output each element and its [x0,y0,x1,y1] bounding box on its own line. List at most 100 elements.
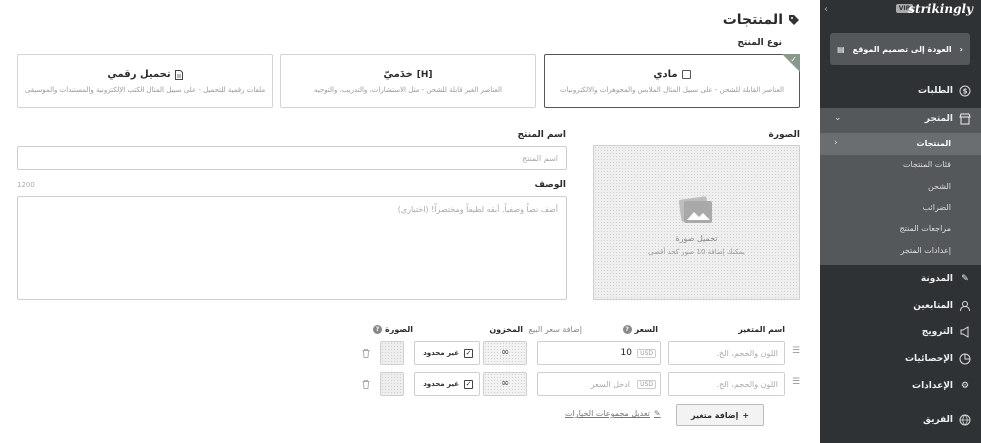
variant-image-header-text: الصورة [385,325,413,334]
sub-item-active-bg [820,133,981,155]
product-type-title: خدَميّ [383,69,413,80]
add-variant-button[interactable]: + إضافة متغير [676,404,764,426]
stock-input[interactable]: ∞ [483,372,527,396]
product-type-title: تحميل رقمي [107,69,171,80]
add-sale-price-link[interactable]: إضافة سعر البيع [529,325,582,334]
unlimited-stock-toggle[interactable]: ✓ غير محدود [414,341,480,365]
sidebar-item-analytics[interactable]: الإحصائيات [820,348,981,370]
drag-handle-icon[interactable]: ☰ [792,346,800,356]
price-placeholder: ادخل السعر [590,379,630,389]
check-icon: ✓ [790,55,797,64]
image-placeholder-icon [678,196,712,223]
product-type-desc: ملفات رقمية للتحميل - على سبيل المثال ال… [24,86,266,94]
sidebar-subitem-taxes[interactable]: الضرائب [923,203,951,212]
unlimited-label: غير محدود [423,349,459,357]
variant-name-header: اسم المتغير [738,325,785,334]
help-icon[interactable]: ? [622,325,632,334]
box-icon [681,70,691,79]
dollar-icon: $ [959,85,971,97]
variant-price-header-text: السعر [634,325,658,334]
sidebar-item-label: الترويج [921,327,953,337]
description-counter: 1200 [17,181,35,189]
sidebar-subitem-store-settings[interactable]: إعدادات المتجر [900,246,951,255]
edit-option-groups-text: تعديل مجموعات الخيارات [565,409,650,418]
sidebar-item-orders[interactable]: $ الطلبات [820,80,981,102]
edit-icon: ✎ [653,409,661,418]
unlimited-stock-toggle[interactable]: ✓ غير محدود [414,372,480,396]
sidebar-item-label: المتابعين [913,301,953,311]
sidebar-item-label: الفريق [922,415,953,425]
unlimited-label: غير محدود [423,380,459,388]
sidebar-item-label: المتجر [924,114,953,124]
sidebar-item-blog[interactable]: ✎ المدونة [820,268,981,290]
store-icon [959,113,971,125]
megaphone-icon [959,326,971,338]
tag-icon [789,15,799,25]
page-title: المنتجات [723,12,800,28]
sidebar-item-store[interactable]: المتجر [820,108,981,130]
sidebar-item-followers[interactable]: المتابعين [820,295,981,317]
currency-badge: USD [637,380,656,389]
sidebar-subitem-products[interactable]: المنتجات [917,139,951,148]
brand-logo: strikingly [908,2,973,16]
variant-name-input[interactable]: اللون والحجم، الخ. [668,372,785,396]
sidebar-item-label: الإحصائيات [905,354,953,364]
chevron-right-icon: › [834,138,838,148]
upload-title: تحميل صورة [675,234,718,243]
sidebar-item-settings[interactable]: ⚙ الإعدادات [820,375,981,397]
variant-name-input[interactable]: اللون والحجم، الخ. [668,341,785,365]
sidebar-subitem-shipping[interactable]: الشحن [928,182,951,191]
sidebar: ‹ VIP strikingly ‹ العودة إلى تصميم المو… [820,0,981,443]
users-icon [959,300,971,312]
page-title-text: المنتجات [722,12,783,28]
checkbox-checked-icon: ✓ [464,379,473,389]
product-type-service[interactable]: [H] خدَميّ العناصر الغير قابلة للشحن - م… [280,54,536,108]
description-textarea[interactable]: أضف نصاً وصفياً. أبقه لطيفاً ومختصراً! (… [17,196,567,300]
trash-icon[interactable] [362,380,370,389]
variant-image-upload[interactable] [380,341,404,365]
plus-icon: + [742,410,750,420]
back-to-site-editor-button[interactable]: ‹ العودة إلى تصميم الموقع ▤ [830,33,970,65]
product-type-desc: العناصر القابلة للشحن - على سبيل المثال … [560,86,784,94]
drag-handle-icon[interactable]: ☰ [792,377,800,387]
variant-image-header: الصورة ? [373,325,413,334]
collapse-sidebar-icon[interactable]: ‹ [824,4,828,15]
image-label: الصورة [768,130,800,140]
product-type-physical[interactable]: ✓ مادي العناصر القابلة للشحن - على سبيل … [544,54,800,108]
variant-image-upload[interactable] [380,372,404,396]
variant-price-input[interactable]: USD 10 [537,341,661,365]
service-icon: [H] [416,69,433,80]
product-name-label: اسم المنتج [517,130,566,140]
trash-icon[interactable] [362,349,370,358]
chevron-down-icon: ⌄ [834,113,842,123]
checkbox-checked-icon: ✓ [464,348,473,358]
image-upload-area[interactable]: تحميل صورة يمكنك إضافة 10 صور كحد أقصى [593,145,800,300]
price-value: 10 [620,348,632,358]
sidebar-subitem-categories[interactable]: فئات المنتجات [903,160,951,169]
edit-option-groups-link[interactable]: ✎ تعديل مجموعات الخيارات [565,409,661,418]
product-type-digital[interactable]: تحميل رقمي ملفات رقمية للتحميل - على سبي… [17,54,273,108]
svg-text:$: $ [963,88,968,96]
back-button-label: العودة إلى تصميم الموقع [852,44,952,54]
sidebar-item-label: الإعدادات [912,381,953,391]
sidebar-item-promotion[interactable]: الترويج [820,321,981,343]
sidebar-item-label: الطلبات [917,86,953,96]
help-icon[interactable]: ? [373,325,383,334]
store-section [820,108,981,265]
globe-icon [959,414,971,426]
variant-price-input[interactable]: USD ادخل السعر [537,372,661,396]
file-icon [174,69,183,80]
description-label: الوصف [534,180,566,190]
upload-hint: يمكنك إضافة 10 صور كحد أقصى [648,248,745,256]
sidebar-subitem-reviews[interactable]: مراجعات المنتج [899,224,951,233]
product-type-label: نوع المنتج [737,38,782,48]
product-name-input[interactable]: اسم المنتج [17,146,567,170]
sidebar-item-team[interactable]: الفريق [820,409,981,431]
currency-badge: USD [637,349,656,358]
sidebar-item-label: المدونة [920,274,953,284]
stock-input[interactable]: ∞ [483,341,527,365]
document-icon: ▤ [837,44,845,54]
main-content: المنتجات نوع المنتج ✓ مادي العناصر القاب… [0,0,820,443]
product-type-desc: العناصر الغير قابلة للشحن - مثل الاستشار… [313,86,502,94]
add-variant-label: إضافة متغير [690,410,739,420]
